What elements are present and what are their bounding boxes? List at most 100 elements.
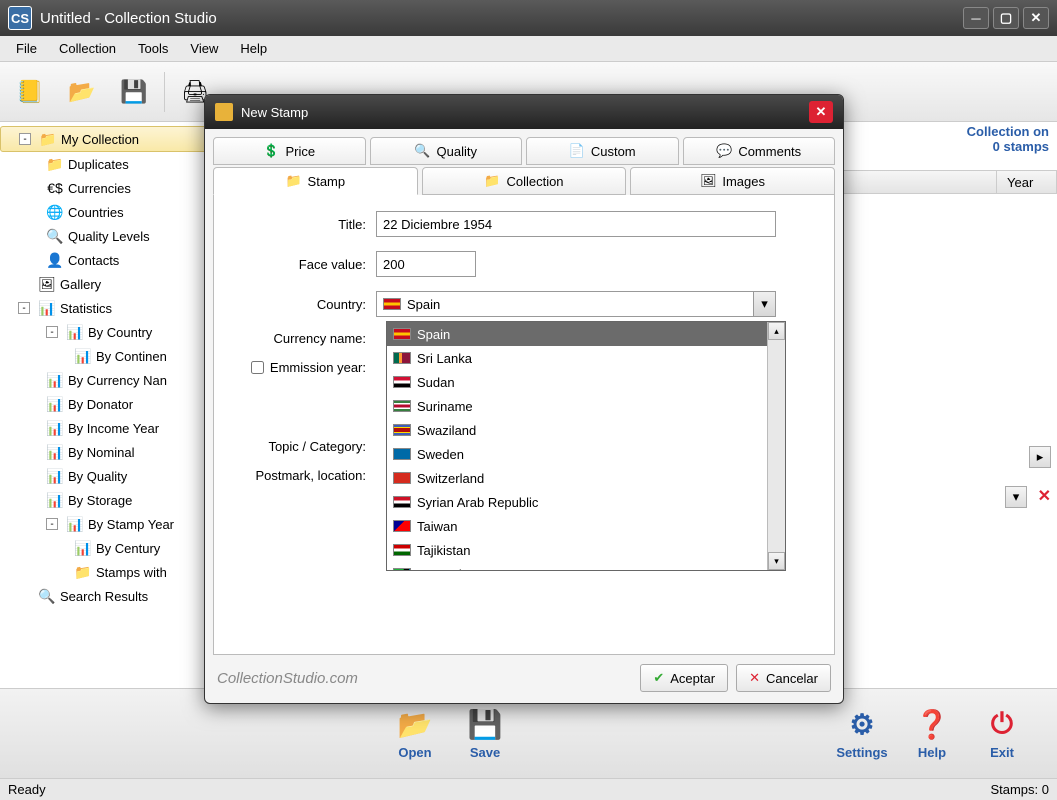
bottom-open-button[interactable]: 📂Open (380, 708, 450, 760)
tree-item-stamps-with[interactable]: 📁Stamps with (0, 560, 229, 584)
col-year[interactable]: Year (997, 171, 1057, 193)
bottom-save-button[interactable]: 💾Save (450, 708, 520, 760)
tree-item-by-stamp-year[interactable]: -📊By Stamp Year (0, 512, 229, 536)
settings-icon: ⚙ (849, 708, 874, 741)
tree-item-by-donator[interactable]: 📊 By Donator (0, 392, 229, 416)
country-option-sudan[interactable]: Sudan (387, 370, 767, 394)
tab-comments[interactable]: 💬Comments (683, 137, 836, 165)
tree-item-by-currency-nan[interactable]: 📊By Currency Nan (0, 368, 229, 392)
country-combo[interactable]: Spain (376, 291, 754, 317)
flag-icon (393, 376, 411, 388)
cancel-button[interactable]: ✕Cancelar (736, 664, 831, 692)
country-name: Sweden (417, 447, 464, 462)
scroll-down-button[interactable]: ▾ (768, 552, 785, 570)
scroll-track[interactable] (768, 340, 785, 552)
tree-item-statistics[interactable]: -📊Statistics (0, 296, 229, 320)
tree-item-duplicates[interactable]: 📁Duplicates (0, 152, 229, 176)
country-option-spain[interactable]: Spain (387, 322, 767, 346)
dialog-close-button[interactable]: ✕ (809, 101, 833, 123)
app-icon: CS (8, 6, 32, 30)
tree-label: Duplicates (68, 157, 129, 172)
country-dropdown-button[interactable]: ▾ (754, 291, 776, 317)
tab-stamp[interactable]: 📁Stamp (213, 167, 418, 195)
tree-item-currencies[interactable]: €$Currencies (0, 176, 229, 200)
menu-tools[interactable]: Tools (128, 38, 178, 59)
collection-header-1: Collection on (967, 124, 1049, 139)
expand-toggle[interactable]: - (46, 326, 58, 338)
dialog-titlebar[interactable]: New Stamp ✕ (205, 95, 843, 129)
statusbar: Ready Stamps: 0 (0, 778, 1057, 800)
bottom-help-button[interactable]: ❓Help (897, 708, 967, 760)
country-option-switzerland[interactable]: Switzerland (387, 466, 767, 490)
tree-item-my-collection[interactable]: -📁My Collection (0, 126, 229, 152)
toolbar-new-icon[interactable]: 📒 (8, 70, 52, 114)
tab-collection[interactable]: 📁Collection (422, 167, 627, 195)
tree-item-by-nominal[interactable]: 📊By Nominal (0, 440, 229, 464)
tree-icon: 📊 (66, 324, 84, 340)
window-title: Untitled - Collection Studio (40, 10, 963, 27)
emission-year-checkbox[interactable] (251, 361, 264, 374)
clear-filter-icon[interactable]: ✕ (1038, 486, 1051, 506)
custom-tab-icon: 📄 (569, 143, 585, 159)
tree-icon: 📊 (66, 516, 84, 532)
tree-item-by-century[interactable]: 📊By Century (0, 536, 229, 560)
country-option-sweden[interactable]: Sweden (387, 442, 767, 466)
exit-icon: ⏻ (991, 708, 1013, 741)
bottom-settings-button[interactable]: ⚙Settings (827, 708, 897, 760)
tree-item-by-country[interactable]: -📊By Country (0, 320, 229, 344)
minimize-button[interactable]: ─ (963, 7, 989, 29)
menu-collection[interactable]: Collection (49, 38, 126, 59)
menu-view[interactable]: View (180, 38, 228, 59)
menu-file[interactable]: File (6, 38, 47, 59)
tab-label: Quality (437, 144, 477, 159)
tree-item-quality-levels[interactable]: 🔍Quality Levels (0, 224, 229, 248)
accept-button[interactable]: ✔Aceptar (640, 664, 728, 692)
tree-label: By Donator (68, 397, 133, 412)
tree-item-countries[interactable]: 🌐Countries (0, 200, 229, 224)
close-button[interactable]: ✕ (1023, 7, 1049, 29)
country-option-sri-lanka[interactable]: Sri Lanka (387, 346, 767, 370)
bottom-exit-button[interactable]: ⏻Exit (967, 708, 1037, 760)
tab-label: Price (285, 144, 315, 159)
country-option-tajikistan[interactable]: Tajikistan (387, 538, 767, 562)
dropdown-scrollbar[interactable]: ▴ ▾ (767, 322, 785, 570)
tab-price[interactable]: 💲 Price (213, 137, 366, 165)
face-value-input[interactable] (376, 251, 476, 277)
collection-header-2: 0 stamps (967, 139, 1049, 154)
tree-label: Stamps with (96, 565, 167, 580)
scroll-right-button[interactable]: ▸ (1029, 446, 1051, 468)
tree-item-by-continen[interactable]: 📊By Continen (0, 344, 229, 368)
tree-item-by-quality[interactable]: 📊By Quality (0, 464, 229, 488)
tree-icon: 📊 (46, 468, 64, 484)
tree-item-by-storage[interactable]: 📊By Storage (0, 488, 229, 512)
price-tab-icon: 💲 (263, 143, 279, 159)
tab-quality[interactable]: 🔍Quality (370, 137, 523, 165)
country-option-syrian-arab-republic[interactable]: Syrian Arab Republic (387, 490, 767, 514)
flag-icon (393, 496, 411, 508)
expand-toggle[interactable]: - (46, 518, 58, 530)
country-option-taiwan[interactable]: Taiwan (387, 514, 767, 538)
tab-custom[interactable]: 📄Custom (526, 137, 679, 165)
title-input[interactable] (376, 211, 776, 237)
maximize-button[interactable]: ▢ (993, 7, 1019, 29)
menu-help[interactable]: Help (230, 38, 277, 59)
country-name: Sudan (417, 375, 455, 390)
country-option-swaziland[interactable]: Swaziland (387, 418, 767, 442)
tab-images[interactable]: 🖼Images (630, 167, 835, 195)
country-option-suriname[interactable]: Suriname (387, 394, 767, 418)
expand-toggle[interactable]: - (18, 302, 30, 314)
filter-dropdown-button[interactable]: ▾ (1005, 486, 1027, 508)
toolbar-open-icon[interactable]: 📂 (60, 70, 104, 114)
help-icon: ❓ (915, 708, 950, 741)
tree-item-gallery[interactable]: 🖼Gallery (0, 272, 229, 296)
expand-toggle[interactable]: - (19, 133, 31, 145)
tree-item-contacts[interactable]: 👤Contacts (0, 248, 229, 272)
tree-item-search-results[interactable]: 🔍Search Results (0, 584, 229, 608)
tree-icon: 📁 (39, 131, 57, 147)
country-option-tanzania[interactable]: Tanzania (387, 562, 767, 570)
tree-icon: 📊 (46, 396, 64, 412)
tree-item-by-income-year[interactable]: 📊By Income Year (0, 416, 229, 440)
country-label: Country: (226, 297, 376, 312)
toolbar-save-icon[interactable]: 💾 (112, 70, 156, 114)
scroll-up-button[interactable]: ▴ (768, 322, 785, 340)
